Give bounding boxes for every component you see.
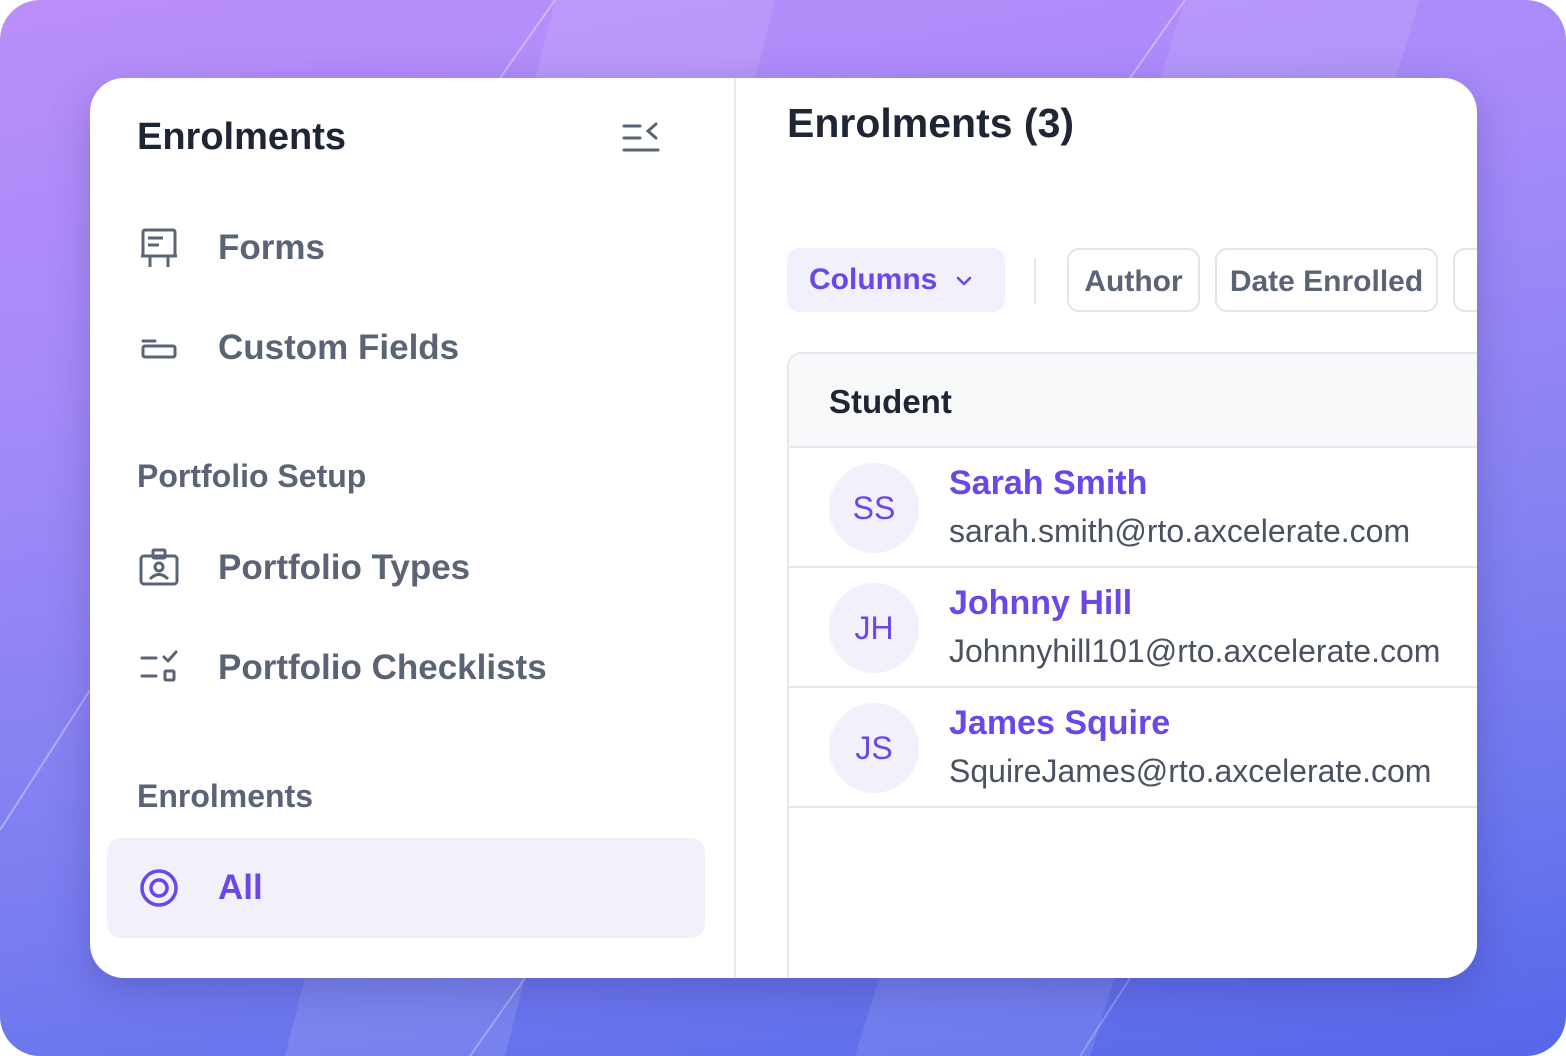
table-row[interactable]: JH Johnny Hill Johnnyhill101@rto.axceler… [789,568,1477,688]
sidebar-title: Enrolments [137,116,347,158]
student-name-link[interactable]: Sarah Smith [949,464,1147,503]
columns-dropdown-button[interactable]: Columns [787,248,1005,312]
sidebar-item-label: Forms [218,228,325,267]
student-email: sarah.smith@rto.axcelerate.com [949,513,1411,549]
enrolments-table: Student SS Sarah Smith sarah.smith@rto.a… [787,352,1477,978]
student-email: SquireJames@rto.axcelerate.com [949,753,1432,789]
form-board-icon [141,228,177,267]
sidebar-item-custom-fields[interactable]: Custom Fields [107,298,705,398]
sidebar: Enrolments Forms Custom Fields Portfolio… [90,78,736,978]
avatar: JH [829,583,919,673]
portfolio-id-icon [139,548,179,586]
section-title-enrolments: Enrolments [137,778,314,814]
student-email: Johnnyhill101@rto.axcelerate.com [949,633,1441,669]
filter-chip-label: Author [1084,265,1183,298]
sidebar-item-label: Portfolio Checklists [218,648,547,687]
page-title: Enrolments (3) [787,100,1075,146]
table-row[interactable]: SS Sarah Smith sarah.smith@rto.axcelerat… [789,448,1477,568]
sidebar-item-label: All [218,868,263,907]
column-header-student[interactable]: Student [829,383,952,421]
filter-chip-more[interactable] [1453,248,1477,312]
collapse-sidebar-button[interactable] [620,118,664,158]
input-field-icon [141,339,177,359]
toolbar-divider [1034,258,1036,304]
student-name-link[interactable]: Johnny Hill [949,584,1132,623]
sidebar-item-portfolio-types[interactable]: Portfolio Types [107,518,705,618]
avatar: JS [829,703,919,793]
app-window: Enrolments Forms Custom Fields Portfolio… [90,78,1477,978]
chevron-down-icon [956,276,972,286]
checklist-icon [140,650,178,682]
table-row[interactable]: JS James Squire SquireJames@rto.axcelera… [789,688,1477,808]
target-circle-icon [140,869,178,907]
filter-chip-author[interactable]: Author [1067,248,1200,312]
section-title-portfolio-setup: Portfolio Setup [137,458,367,494]
sidebar-item-forms[interactable]: Forms [107,198,705,298]
filter-chip-date-enrolled[interactable]: Date Enrolled [1215,248,1438,312]
student-name-link[interactable]: James Squire [949,704,1170,743]
collapse-sidebar-icon [622,122,660,152]
columns-button-label: Columns [809,263,938,296]
sidebar-item-portfolio-checklists[interactable]: Portfolio Checklists [107,618,705,718]
filter-chip-label: Date Enrolled [1229,265,1424,298]
table-header: Student [789,354,1477,448]
sidebar-item-all[interactable]: All [107,838,705,938]
sidebar-item-label: Custom Fields [218,328,460,367]
avatar: SS [829,463,919,553]
sidebar-item-label: Portfolio Types [218,548,471,587]
